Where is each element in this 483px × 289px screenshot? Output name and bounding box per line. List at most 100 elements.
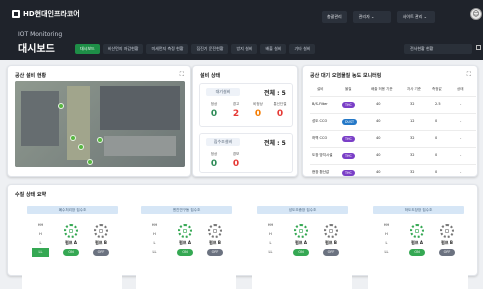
pump-status[interactable]: ON [63, 249, 79, 256]
level-h: H [385, 232, 388, 236]
level-h: H [269, 232, 272, 236]
pump-icon [64, 224, 78, 238]
building-south [104, 136, 176, 156]
building-west [21, 91, 59, 146]
level-ll: LL [384, 250, 389, 254]
site-label: 사이트 관리 [402, 14, 423, 19]
map-marker[interactable] [78, 144, 84, 150]
level-ll: LL [32, 248, 49, 257]
stat-value: 0 [276, 109, 284, 119]
cell-measured: 2.5 [435, 102, 441, 106]
brand-icon [12, 10, 20, 18]
col-header-material: 물질 [345, 87, 352, 91]
stat-disconnected: 통신단절 0 [271, 102, 289, 119]
stat-label: 통신단절 [273, 102, 287, 106]
pump-status[interactable]: OFF [439, 249, 455, 256]
pump-status[interactable]: OFF [323, 249, 339, 256]
map-marker[interactable] [97, 137, 103, 143]
table-row[interactable]: 성도 CCO DUST 40 12 0 - [310, 113, 476, 130]
water-card-title: 성도조종장 집수조 [257, 206, 348, 214]
cell-limit: 40 [376, 170, 381, 174]
water-card-title: 폐수처리장 집수조 [27, 206, 118, 214]
pump-icon [294, 224, 308, 238]
filter-icon[interactable] [476, 45, 481, 50]
cell-limit: 40 [376, 136, 381, 140]
level-l: L [153, 241, 156, 245]
map-title: 공산 설비 현황 [15, 73, 47, 79]
role-label: 관리자 [358, 14, 370, 19]
user-button[interactable]: 총괄관리 [322, 11, 347, 23]
pump-name: 펌프 B [209, 240, 221, 245]
level-ll: LL [152, 250, 157, 254]
cell-equipment: 하역 CCO [312, 136, 328, 140]
stat-label: 정상 [210, 102, 218, 106]
site-map[interactable] [15, 81, 185, 167]
expand-icon[interactable]: ⛶ [467, 71, 471, 79]
pump-status[interactable]: OFF [207, 249, 223, 256]
level-hh: HH [267, 223, 274, 227]
cell-equipment: 성도 CCO [312, 119, 328, 123]
cell-company-limit: 32 [410, 170, 415, 174]
pump-b: 펌프 B OFF [319, 224, 343, 256]
table-row[interactable]: 현장 환산값 THC 40 32 0 - [310, 164, 476, 181]
tab-prevention[interactable]: 방지 설비 [231, 44, 258, 54]
water-card: 폐수처리장 집수조 HH H L LL 펌프 A ON 펌프 B OFF [22, 201, 122, 289]
cell-company-limit: 32 [410, 136, 415, 140]
brand-name: HD현대인프라코어 [23, 10, 80, 18]
role-select[interactable]: 관리자 ⌄ [352, 11, 391, 23]
level-ll: LL [268, 250, 273, 254]
site-select[interactable]: 사이트 관리 ⌄ [396, 11, 435, 23]
tab-collector[interactable]: 집진기 운전현황 [191, 44, 229, 54]
cell-status: - [460, 102, 462, 106]
cell-company-limit: 32 [410, 153, 415, 157]
pump-status[interactable]: ON [177, 249, 193, 256]
pump-name: 펌프 B [325, 240, 337, 245]
level-hh: HH [37, 223, 44, 227]
cell-measured: 0 [435, 119, 438, 123]
pump-status[interactable]: ON [409, 249, 425, 256]
map-marker[interactable] [87, 159, 93, 165]
water-title: 수질 상태 요약 [15, 192, 47, 198]
scope-select[interactable]: 전사현황 현황 [404, 44, 472, 54]
stat-label: 경고 [232, 102, 240, 106]
map-panel: 공산 설비 현황 ⛶ [7, 65, 191, 177]
pump-b: 펌프 B OFF [203, 224, 227, 256]
tab-dust-measure[interactable]: 미세먼지 측정 현황 [146, 44, 189, 54]
stat-label: 정상 [210, 152, 218, 156]
map-marker[interactable] [58, 103, 64, 109]
level-hh: HH [383, 223, 390, 227]
tab-other[interactable]: 기타 설비 [289, 44, 316, 54]
col-header-measured: 측정값 [432, 87, 442, 91]
equipment-status-panel: 설비 상태 대기설비 전체 : 5 정상 0 경고 2 비정상 0 통신단절 0 집수조… [192, 65, 298, 177]
table-row[interactable]: B/S-Filter THC 40 32 2.5 - [310, 96, 476, 113]
pump-b: 펌프 B OFF [435, 224, 459, 256]
col-header-limit: 배출 허용 기준 [371, 87, 393, 91]
table-row[interactable]: 하역 CCO THC 40 32 0 - [310, 130, 476, 147]
pump-icon [178, 224, 192, 238]
building-main [100, 86, 180, 130]
level-l: L [39, 241, 42, 245]
air-table-title: 공산 대기 오염물질 농도 모니터링 [310, 73, 382, 79]
map-marker[interactable] [70, 135, 76, 141]
page-title: 대시보드 [18, 44, 55, 55]
table-row[interactable]: 도장 방지시설 THC 40 32 0 - [310, 147, 476, 164]
level-indicator: HH H L LL [146, 221, 163, 275]
stat-value: 2 [232, 109, 240, 119]
pump-name: 펌프 A [411, 240, 423, 245]
level-hh: HH [151, 223, 158, 227]
level-indicator: HH H L LL [32, 221, 49, 275]
cell-company-limit: 12 [410, 119, 415, 123]
material-badge: THC [342, 136, 355, 142]
pump-status[interactable]: ON [293, 249, 309, 256]
water-status-panel: 수질 상태 요약 폐수처리장 집수조 HH H L LL 펌프 A ON 펌프 B OFF… [7, 184, 478, 289]
tab-dashboard[interactable]: 대시보드 [75, 44, 100, 54]
tab-emission[interactable]: 배출 설비 [260, 44, 287, 54]
cell-equipment: 현장 환산값 [312, 170, 330, 174]
stat-normal: 정상 0 [205, 102, 223, 119]
tab-dust-reduction[interactable]: 비산먼지 저감현황 [102, 44, 144, 54]
expand-icon[interactable]: ⛶ [180, 71, 184, 79]
avatar-icon[interactable]: ☺ [470, 8, 482, 20]
card-label: 집수조설비 [206, 138, 240, 146]
cell-measured: 0 [435, 153, 438, 157]
pump-status[interactable]: OFF [93, 249, 109, 256]
